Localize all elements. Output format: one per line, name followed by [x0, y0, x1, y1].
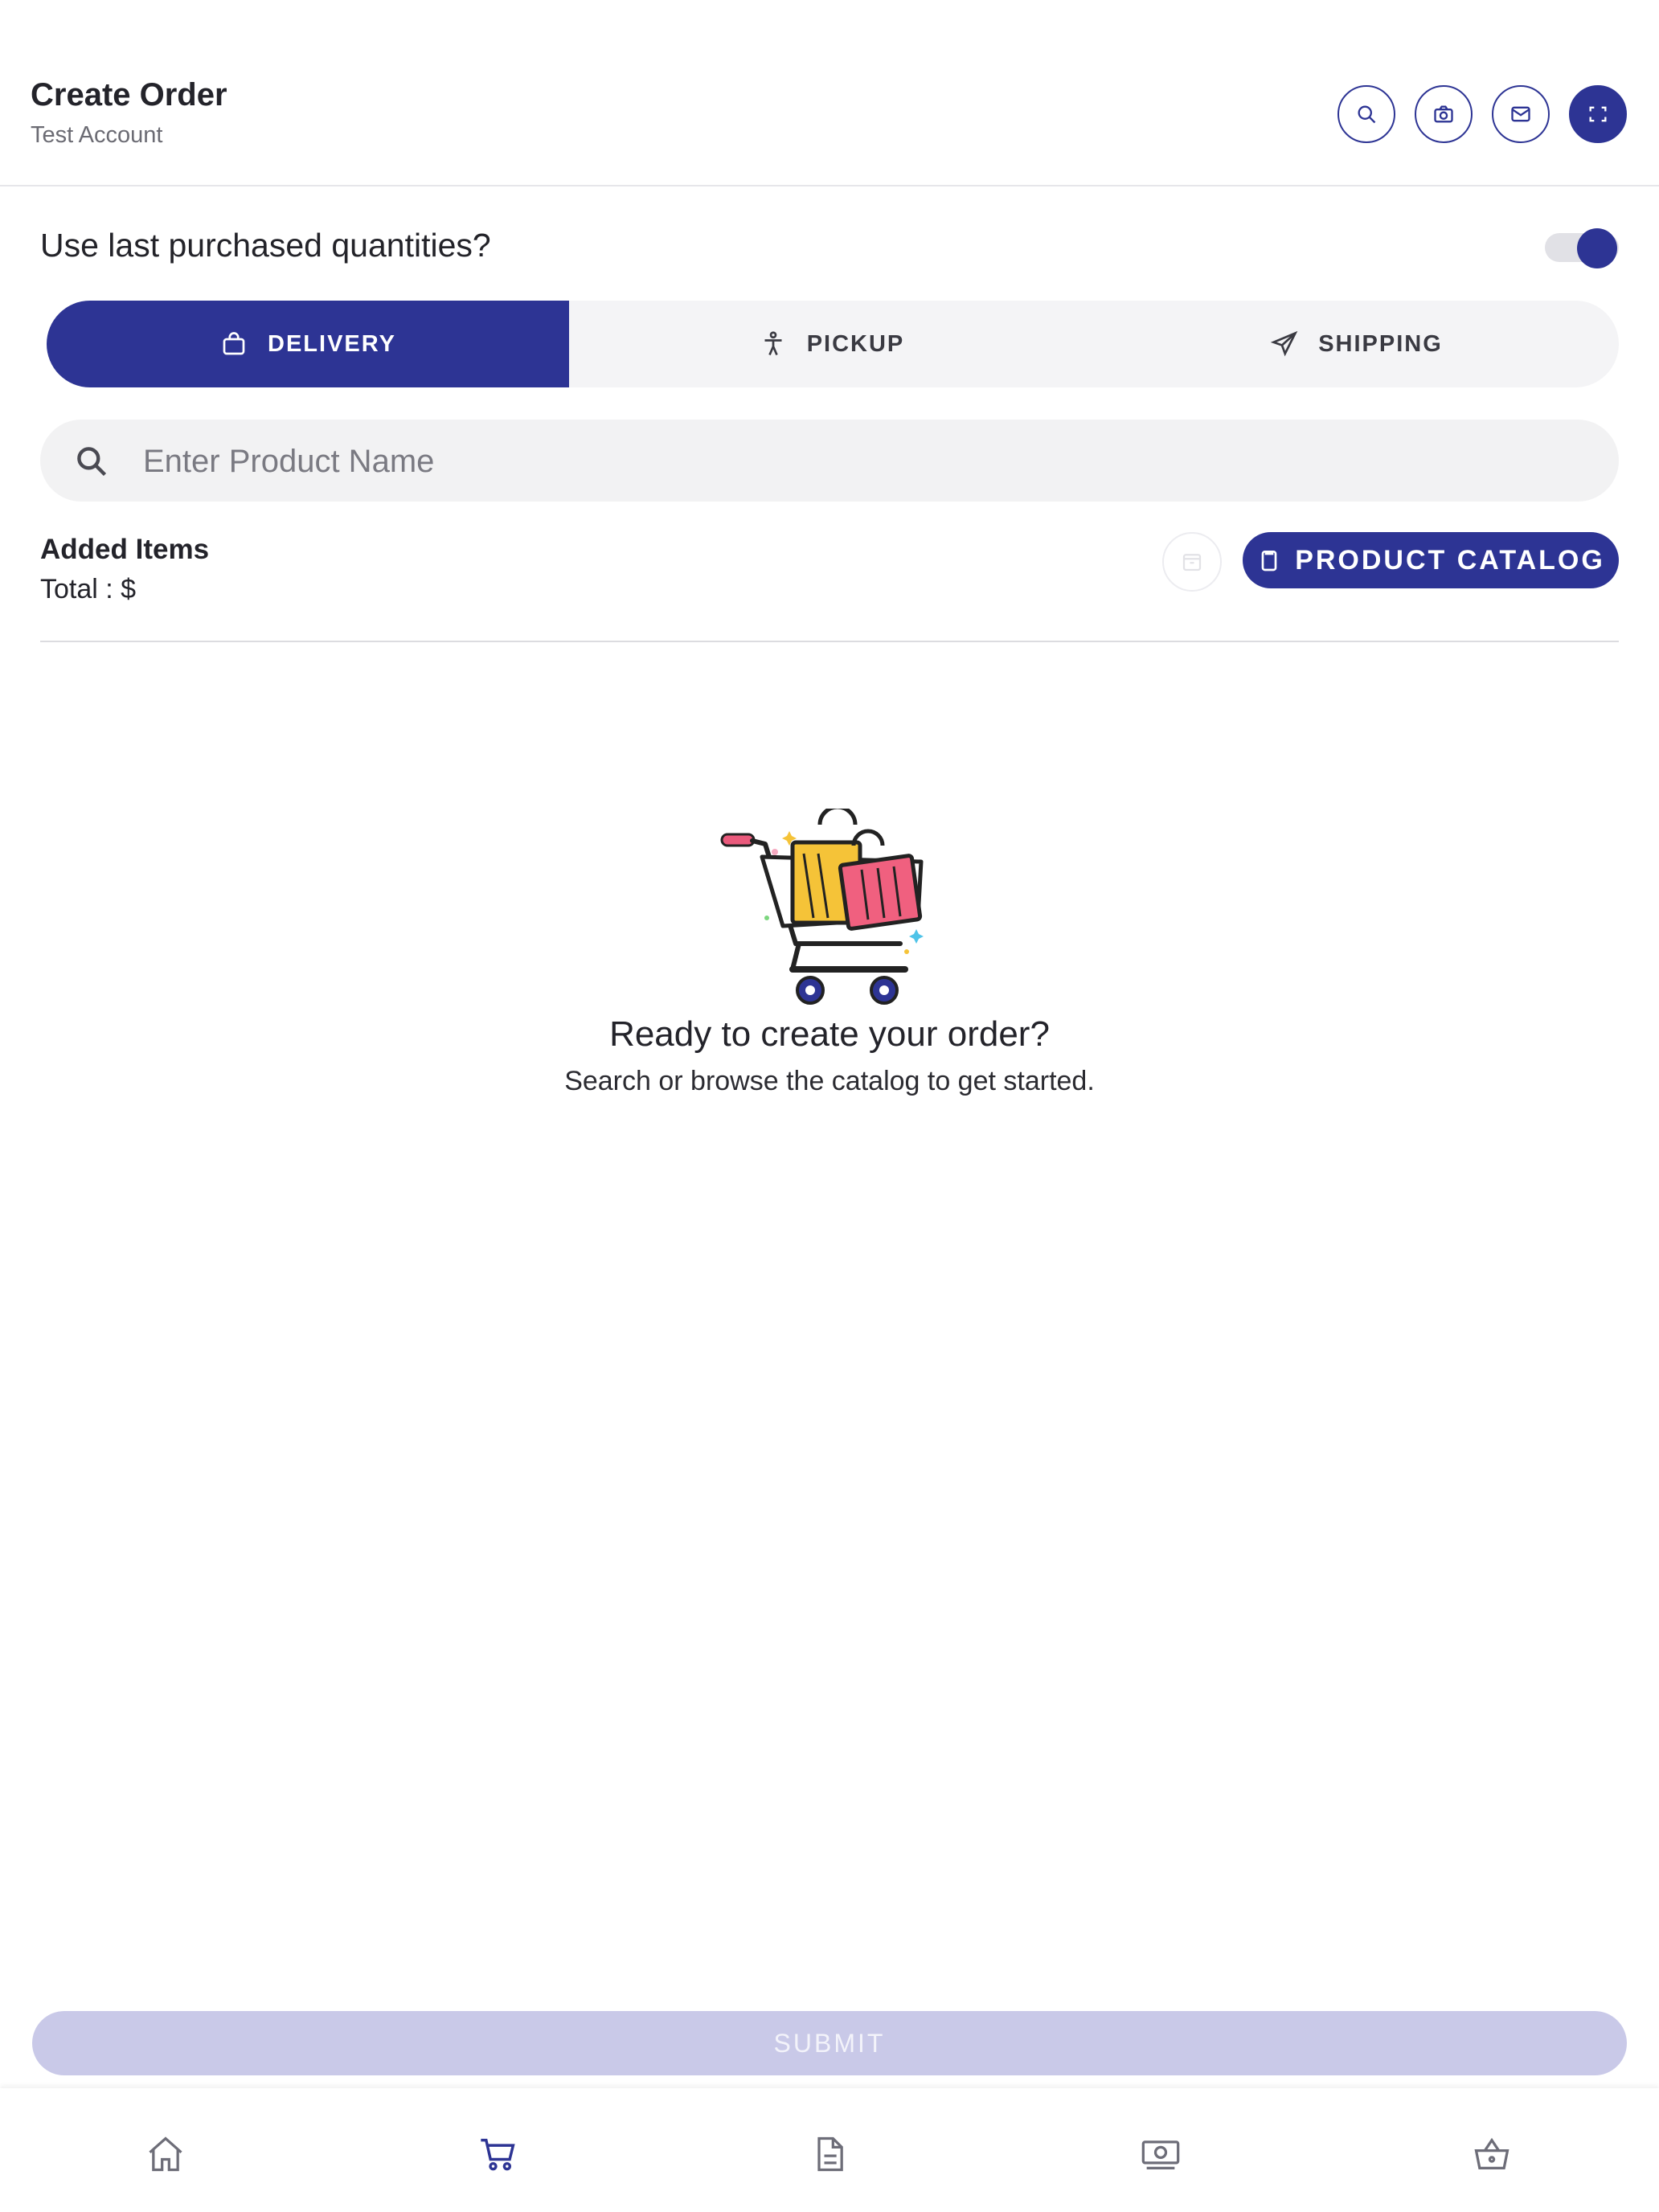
- clipboard-icon: [1261, 551, 1277, 571]
- order-type-tabs: DELIVERY PICKUP SHIPPING: [47, 301, 1619, 387]
- tab-label: PICKUP: [806, 330, 905, 357]
- mail-button[interactable]: [1492, 85, 1550, 143]
- search-icon: [1358, 105, 1376, 124]
- submit-button[interactable]: SUBMIT: [32, 2011, 1627, 2075]
- page-title: Create Order: [31, 77, 227, 113]
- bag-icon: [223, 332, 245, 355]
- scan-button[interactable]: [1569, 85, 1627, 143]
- nav-cart[interactable]: [476, 2132, 521, 2177]
- nav-home[interactable]: [143, 2132, 188, 2177]
- tab-shipping[interactable]: SHIPPING: [1094, 301, 1619, 387]
- cart-icon: [481, 2138, 515, 2171]
- nav-payments[interactable]: [1138, 2132, 1183, 2177]
- nav-documents[interactable]: [807, 2132, 852, 2177]
- last-purchased-label: Use last purchased quantities?: [40, 227, 491, 264]
- catalog-button-label: PRODUCT CATALOG: [1295, 544, 1605, 576]
- tab-pickup[interactable]: PICKUP: [569, 301, 1094, 387]
- product-catalog-button[interactable]: PRODUCT CATALOG: [1243, 532, 1619, 588]
- added-items-title: Added Items: [40, 534, 210, 565]
- camera-icon: [1434, 105, 1453, 123]
- app-header: [0, 0, 1659, 186]
- home-icon: [149, 2136, 182, 2172]
- empty-state-title: Ready to create your order?: [609, 1014, 1050, 1054]
- search-icon: [77, 447, 107, 477]
- search-input[interactable]: [141, 429, 1591, 494]
- basket-icon: [1474, 2137, 1509, 2169]
- scan-icon: [1589, 106, 1607, 122]
- tab-delivery[interactable]: DELIVERY: [47, 301, 569, 387]
- tab-label: SHIPPING: [1318, 330, 1443, 357]
- account-name: Test Account: [31, 122, 163, 148]
- cash-icon: [1141, 2140, 1180, 2169]
- shopping-cart-illustration: [720, 809, 924, 1005]
- mail-icon: [1511, 106, 1530, 122]
- camera-button[interactable]: [1415, 85, 1473, 143]
- tab-label: DELIVERY: [268, 330, 396, 357]
- divider: [40, 641, 1619, 642]
- archive-icon: [1182, 554, 1202, 571]
- empty-state-subtitle: Search or browse the catalog to get star…: [564, 1066, 1095, 1096]
- nav-basket[interactable]: [1469, 2132, 1514, 2177]
- toggle-knob[interactable]: [1577, 228, 1617, 268]
- order-total: Total : $: [40, 574, 137, 604]
- person-icon: [764, 331, 782, 356]
- search-button[interactable]: [1337, 85, 1395, 143]
- clear-items-button[interactable]: [1162, 532, 1222, 592]
- send-icon: [1270, 330, 1298, 357]
- document-icon: [817, 2136, 843, 2172]
